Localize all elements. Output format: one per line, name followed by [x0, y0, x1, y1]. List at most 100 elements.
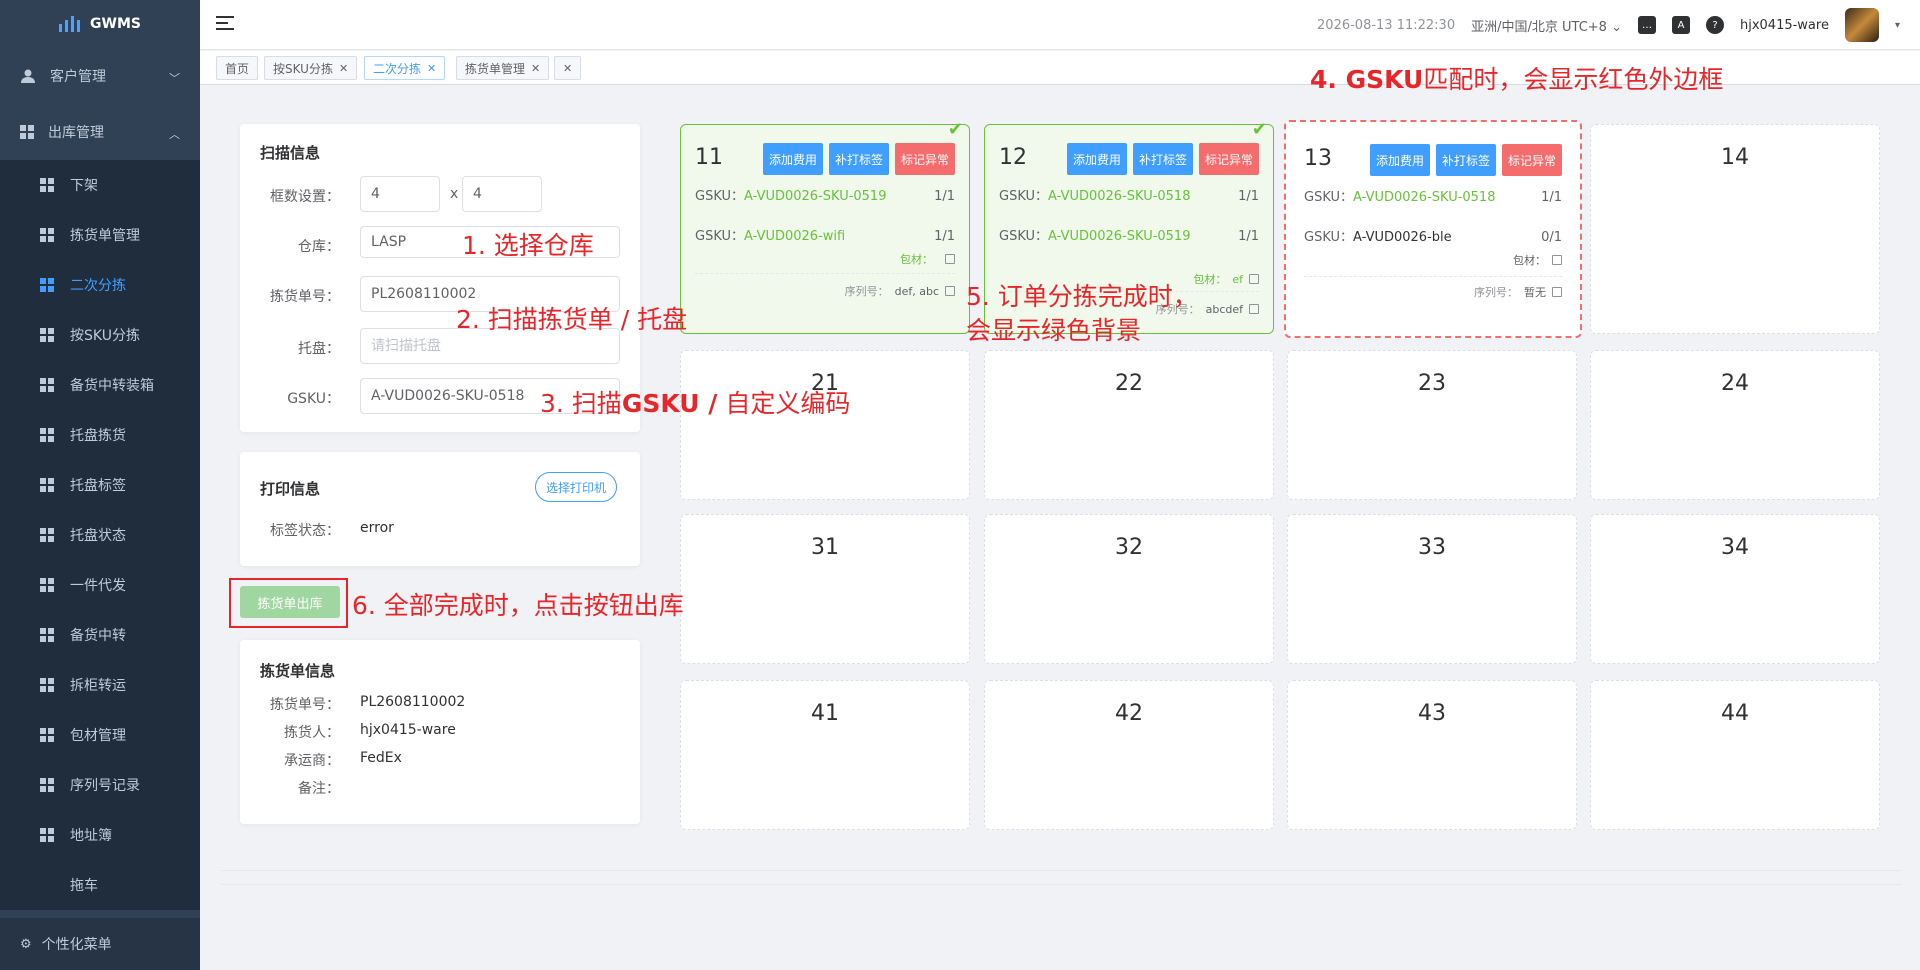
reprint-label-button[interactable]: 补打标签 [1132, 143, 1193, 175]
close-icon[interactable]: ✕ [339, 62, 348, 75]
sort-box-32[interactable]: 32 [984, 514, 1274, 664]
sort-box-31[interactable]: 31 [680, 514, 970, 664]
edit-icon[interactable] [1249, 274, 1259, 284]
gsku-label: GSKU： [1304, 190, 1354, 205]
edit-icon[interactable] [945, 254, 955, 264]
app-logo[interactable]: GWMS [0, 0, 200, 48]
add-fee-button[interactable]: 添加费用 [1369, 144, 1430, 176]
close-icon[interactable]: ✕ [531, 62, 540, 75]
sidebar-item-serial-records[interactable]: 序列号记录 [0, 760, 200, 810]
avatar[interactable] [1844, 8, 1879, 42]
sort-box-21[interactable]: 21 [680, 350, 970, 500]
mark-error-button[interactable]: 标记异常 [1198, 143, 1259, 175]
edit-icon[interactable] [945, 286, 955, 296]
sort-box-41[interactable]: 41 [680, 680, 970, 830]
tab-secondary-sorting[interactable]: 二次分拣 ✕ [364, 56, 446, 80]
box-rows-input[interactable] [360, 176, 440, 212]
sidebar-item-pallet-picking[interactable]: 托盘拣货 [0, 410, 200, 460]
edit-icon[interactable] [1249, 304, 1259, 314]
reprint-label-button[interactable]: 补打标签 [1435, 144, 1496, 176]
box-line: GSKU： A-VUD0026-SKU-0518 1/1 [1304, 188, 1562, 208]
sort-box-43[interactable]: 43 [1287, 680, 1577, 830]
gsku-label: GSKU： [1304, 230, 1354, 245]
select-printer-button[interactable]: 选择打印机 [535, 472, 618, 502]
gsku-value: A-VUD0026-ble [1353, 230, 1452, 245]
sidebar-item-picklist-management[interactable]: 拣货单管理 [0, 210, 200, 260]
translate-icon[interactable]: A [1671, 16, 1690, 34]
close-icon[interactable]: ✕ [427, 62, 436, 75]
serial-value: def, abc [894, 284, 939, 298]
sort-box-22[interactable]: 22 [984, 350, 1274, 500]
annotation-4: 4. GSKU匹配时，会显示红色外边框 [1310, 60, 1723, 96]
picklist-ship-button[interactable]: 拣货单出库 [240, 586, 340, 618]
sort-box-11[interactable]: ✔ 11 添加费用 补打标签 标记异常 GSKU： A-VUD0026-SKU-0… [680, 119, 970, 334]
close-icon[interactable]: ✕ [563, 62, 572, 75]
sort-box-42[interactable]: 42 [984, 680, 1274, 830]
menu-customer-management[interactable]: 客户管理 ﹀ [0, 48, 200, 104]
box-cols-input[interactable] [462, 176, 542, 212]
sidebar-item-label: 二次分拣 [70, 278, 126, 294]
form-label: 拣货人： [284, 725, 340, 741]
help-icon[interactable]: ? [1705, 16, 1724, 34]
box-number: 14 [1721, 145, 1749, 170]
annotation-5: 5. 订单分拣完成时， 会显示绿色背景 [966, 280, 1198, 348]
sidebar-item-packaging[interactable]: 包材管理 [0, 710, 200, 760]
sidebar-item-label: 地址簿 [70, 828, 112, 844]
gsku-value: A-VUD0026-SKU-0519 [1048, 229, 1191, 244]
sort-box-44[interactable]: 44 [1590, 680, 1880, 830]
annotation-text: 自定义编码 [717, 389, 851, 418]
box-number: 23 [1418, 371, 1446, 396]
sort-box-14[interactable]: 14 [1590, 124, 1880, 334]
sidebar-item-address-book[interactable]: 地址簿 [0, 810, 200, 860]
tab-close-others[interactable]: ✕ [554, 56, 582, 80]
reprint-label-button[interactable]: 补打标签 [828, 143, 889, 175]
sort-box-33[interactable]: 33 [1287, 514, 1577, 664]
sort-box-24[interactable]: 24 [1590, 350, 1880, 500]
qty-value: 1/1 [1541, 190, 1562, 205]
chevron-down-icon[interactable]: ▾ [1895, 20, 1900, 31]
sidebar-item-secondary-sorting[interactable]: 二次分拣 [0, 260, 200, 310]
sidebar-item-label: 序列号记录 [70, 778, 140, 794]
sidebar-item-pallet-status[interactable]: 托盘状态 [0, 510, 200, 560]
edit-icon[interactable] [1552, 287, 1562, 297]
header-right: 2026-08-13 11:22:30 亚洲/中国/北京 UTC+8 ⌄ … A… [1317, 0, 1900, 50]
tab-sku-sorting[interactable]: 按SKU分拣 ✕ [264, 56, 358, 80]
sort-box-23[interactable]: 23 [1287, 350, 1577, 500]
box-number: 24 [1721, 371, 1749, 396]
sidebar-item-transit-packing[interactable]: 备货中转装箱 [0, 360, 200, 410]
add-fee-button[interactable]: 添加费用 [1066, 143, 1127, 175]
annotation-3: 3. 扫描GSKU / 自定义编码 [540, 384, 850, 420]
form-label: 拣货单号： [270, 697, 340, 713]
timezone-select[interactable]: 亚洲/中国/北京 UTC+8 ⌄ [1471, 16, 1622, 35]
menu-toggle-icon[interactable] [216, 16, 234, 32]
tab-home[interactable]: 首页 [216, 56, 259, 80]
sidebar-item-truck[interactable]: 拖车 [0, 860, 200, 910]
sort-box-34[interactable]: 34 [1590, 514, 1880, 664]
mark-error-button[interactable]: 标记异常 [1501, 144, 1562, 176]
box-number: 44 [1721, 701, 1749, 726]
tab-picklist-management[interactable]: 拣货单管理 ✕ [456, 56, 550, 80]
sort-box-13[interactable]: 13 添加费用 补打标签 标记异常 GSKU： A-VUD0026-SKU-051… [1284, 120, 1582, 338]
qty-value: 1/1 [1238, 189, 1259, 204]
edit-icon[interactable] [1552, 255, 1562, 265]
add-fee-button[interactable]: 添加费用 [762, 143, 823, 175]
sidebar-item-pallet-label[interactable]: 托盘标签 [0, 460, 200, 510]
custom-menu-button[interactable]: ⚙ 个性化菜单 [0, 918, 200, 970]
sidebar-item-unshelve[interactable]: 下架 [0, 160, 200, 210]
serial-line: 序列号： def, abc [845, 283, 955, 299]
mark-error-button[interactable]: 标记异常 [894, 143, 955, 175]
grid-icon [40, 828, 54, 842]
grid-icon [40, 728, 54, 742]
sidebar-item-devanning[interactable]: 拆柜转运 [0, 660, 200, 710]
annotation-text: 匹配时，会显示红色外边框 [1423, 65, 1724, 94]
username[interactable]: hjx0415-ware [1740, 18, 1829, 33]
sidebar-item-label: 托盘标签 [70, 478, 126, 494]
annotation-2: 2. 扫描拣货单 / 托盘 [456, 305, 688, 334]
message-icon[interactable]: … [1637, 16, 1656, 34]
box-line: GSKU： A-VUD0026-SKU-0519 1/1 [695, 187, 955, 207]
form-label: 标签状态： [270, 523, 340, 539]
sidebar-item-sku-sorting[interactable]: 按SKU分拣 [0, 310, 200, 360]
sidebar-item-stock-transit[interactable]: 备货中转 [0, 610, 200, 660]
sidebar-item-dropshipping[interactable]: 一件代发 [0, 560, 200, 610]
menu-outbound-management[interactable]: 出库管理 ︿ [0, 104, 200, 160]
